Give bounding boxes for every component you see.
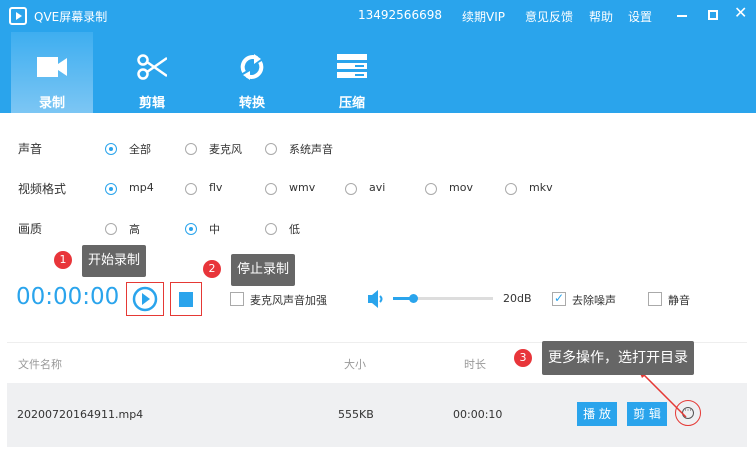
format-option-label: mkv — [529, 181, 553, 194]
app-logo-icon — [9, 7, 27, 25]
video-camera-icon — [37, 57, 67, 77]
col-header-size: 大小 — [344, 358, 366, 371]
format-radio-wmv[interactable] — [265, 183, 277, 195]
stop-record-button[interactable] — [170, 282, 202, 316]
format-radio-avi[interactable] — [345, 183, 357, 195]
audio-option-label: 全部 — [129, 143, 151, 156]
stop-icon — [179, 292, 193, 307]
audio-option-label: 麦克风 — [209, 143, 242, 156]
app-title: QVE屏幕录制 — [34, 10, 108, 24]
account-phone: 13492566698 — [358, 8, 442, 22]
settings-link[interactable]: 设置 — [628, 8, 652, 25]
tab-convert[interactable]: 转换 — [211, 32, 293, 113]
tooltip-stop-record: 停止录制 — [231, 254, 296, 286]
tip-badge-3: 3 — [514, 349, 532, 367]
file-duration: 00:00:10 — [453, 408, 503, 421]
format-radio-flv[interactable] — [185, 183, 197, 195]
audio-option-label: 系统声音 — [289, 143, 333, 156]
format-radio-mp4[interactable] — [105, 183, 117, 195]
play-icon — [132, 286, 158, 312]
mute-label: 静音 — [668, 294, 690, 307]
help-link[interactable]: 帮助 — [589, 8, 613, 25]
denoise-label: 去除噪声 — [572, 294, 616, 307]
renew-vip-link[interactable]: 续期VIP — [462, 8, 505, 25]
file-name: 20200720164911.mp4 — [17, 408, 144, 421]
tab-label: 录制 — [38, 96, 65, 111]
tooltip-start-record: 开始录制 — [82, 245, 147, 277]
mic-boost-checkbox[interactable] — [230, 292, 244, 306]
tip-badge-2: 2 — [203, 260, 221, 278]
quality-option-label: 低 — [289, 223, 300, 236]
record-timer: 00:00:00 — [16, 284, 120, 310]
format-option-label: wmv — [289, 181, 316, 194]
close-button[interactable]: ✕ — [734, 3, 747, 22]
col-header-name: 文件名称 — [18, 358, 62, 371]
start-record-button[interactable] — [126, 282, 164, 316]
tab-compress[interactable]: 压缩 — [311, 32, 393, 113]
tip-badge-1: 1 — [54, 251, 72, 269]
format-radio-mov[interactable] — [425, 183, 437, 195]
tab-record[interactable]: 录制 — [11, 32, 93, 113]
tooltip-more-actions: 更多操作，选打开目录 — [542, 341, 694, 375]
quality-option-label: 高 — [129, 223, 140, 236]
quality-radio-高[interactable] — [105, 223, 117, 235]
file-size: 555KB — [338, 408, 374, 421]
volume-slider[interactable] — [393, 294, 493, 303]
quality-radio-中[interactable] — [185, 223, 197, 235]
play-button[interactable]: 播 放 — [577, 402, 617, 426]
quality-option-label: 中 — [209, 223, 220, 236]
speaker-icon[interactable] — [368, 290, 384, 308]
volume-value: 20dB — [503, 292, 532, 305]
feedback-link[interactable]: 意见反馈 — [525, 8, 573, 25]
format-option-label: avi — [369, 181, 386, 194]
col-header-duration: 时长 — [464, 358, 486, 371]
tab-label: 压缩 — [338, 96, 365, 111]
format-label: 视频格式 — [18, 182, 67, 196]
audio-radio-系统声音[interactable] — [265, 143, 277, 155]
tab-edit[interactable]: 剪辑 — [111, 32, 193, 113]
audio-radio-麦克风[interactable] — [185, 143, 197, 155]
denoise-checkbox[interactable]: ✓ — [552, 292, 566, 306]
tab-label: 剪辑 — [138, 96, 165, 111]
volume-slider-handle[interactable] — [409, 294, 418, 303]
refresh-icon — [240, 54, 264, 80]
maximize-button[interactable] — [708, 10, 718, 20]
compress-icon — [337, 54, 367, 78]
format-option-label: flv — [209, 181, 223, 194]
format-option-label: mp4 — [129, 181, 154, 194]
quality-label: 画质 — [18, 222, 43, 236]
mic-boost-label: 麦克风声音加强 — [250, 294, 327, 307]
mute-checkbox[interactable] — [648, 292, 662, 306]
minimize-button[interactable] — [677, 15, 687, 17]
tab-label: 转换 — [238, 96, 265, 111]
scissors-icon — [137, 54, 167, 80]
format-radio-mkv[interactable] — [505, 183, 517, 195]
audio-label: 声音 — [18, 142, 43, 156]
quality-radio-低[interactable] — [265, 223, 277, 235]
audio-radio-全部[interactable] — [105, 143, 117, 155]
format-option-label: mov — [449, 181, 473, 194]
